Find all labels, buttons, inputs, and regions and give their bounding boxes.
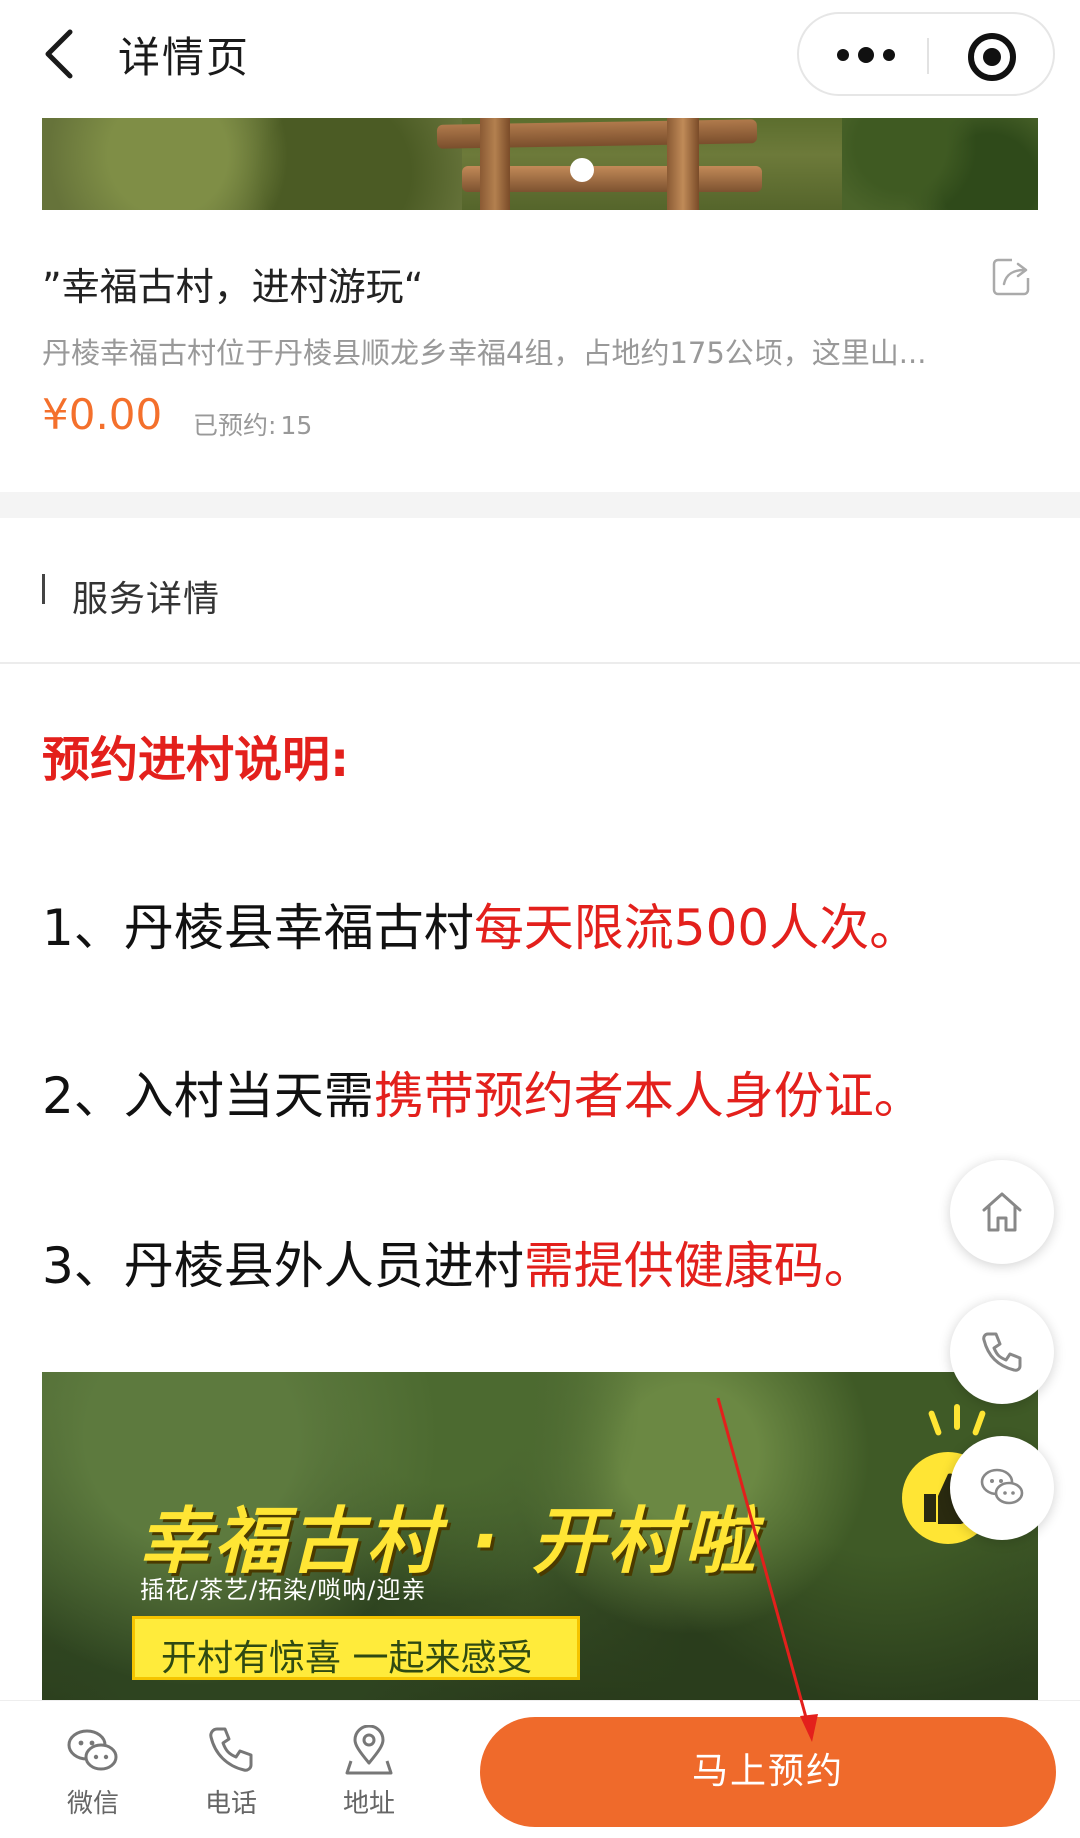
divider — [0, 662, 1080, 664]
tab-label: 地址 — [342, 1789, 395, 1819]
banner-subtitle: 插花/茶艺/拓染/唢呐/迎亲 — [140, 1576, 427, 1604]
carousel-indicator-dot[interactable] — [570, 158, 594, 182]
section-marker — [42, 574, 45, 604]
phone-icon — [209, 1727, 253, 1772]
book-now-button[interactable]: 马上预约 — [480, 1717, 1056, 1827]
tab-wechat[interactable]: 微信 — [38, 1725, 148, 1825]
banner-tagline-box: 开村有惊喜 一起来感受 — [132, 1616, 580, 1680]
home-float-button[interactable] — [950, 1160, 1054, 1264]
rule-highlight: 携带预约者本人身份证。 — [373, 1067, 924, 1125]
product-description: 丹棱幸福古村位于丹棱县顺龙乡幸福4组，占地约175公顷，这里山... — [42, 336, 927, 370]
miniapp-capsule — [797, 12, 1055, 96]
rule-highlight: 每天限流500人次。 — [473, 899, 920, 957]
tab-address[interactable]: 地址 — [314, 1725, 424, 1825]
rule-item: 2、入村当天需携带预约者本人身份证。 — [42, 1056, 924, 1128]
close-miniapp-button[interactable] — [967, 32, 1017, 82]
section-title: 服务详情 — [72, 579, 221, 620]
wechat-float-button[interactable] — [950, 1436, 1054, 1540]
more-dots-icon — [837, 47, 895, 63]
booked-count: 已预约: 15 — [193, 406, 312, 442]
phone-float-button[interactable] — [950, 1300, 1054, 1404]
back-button[interactable] — [40, 28, 80, 80]
product-title: ”幸福古村，进村游玩“ — [42, 265, 424, 309]
page-title: 详情页 — [118, 33, 251, 82]
section-gap — [0, 492, 1080, 518]
tab-label: 电话 — [204, 1789, 257, 1819]
rule-text: 1、丹棱县幸福古村 — [42, 899, 474, 957]
rule-text: 2、入村当天需 — [42, 1067, 374, 1125]
chevron-left-icon — [45, 29, 73, 79]
nav-bar: 详情页 — [0, 0, 1080, 118]
rule-highlight: 需提供健康码。 — [523, 1237, 874, 1295]
notice-title: 预约进村说明: — [42, 732, 350, 788]
more-button[interactable] — [835, 40, 897, 70]
target-icon — [968, 33, 1016, 81]
share-button[interactable] — [990, 256, 1032, 298]
rule-item: 1、丹棱县幸福古村每天限流500人次。 — [42, 888, 919, 960]
share-icon — [992, 258, 1030, 296]
booked-label: 已预约: — [193, 411, 277, 440]
capsule-divider — [927, 38, 929, 74]
phone-icon — [982, 1332, 1022, 1372]
booked-number: 15 — [280, 411, 313, 440]
product-price: ¥0.00 — [42, 390, 163, 439]
wechat-icon — [67, 1729, 118, 1771]
tab-phone[interactable]: 电话 — [176, 1725, 286, 1825]
hero-carousel-image[interactable] — [42, 118, 1038, 210]
location-icon — [345, 1725, 393, 1775]
rule-text: 3、丹棱县外人员进村 — [42, 1237, 524, 1295]
banner-tagline: 开村有惊喜 一起来感受 — [161, 1638, 533, 1679]
home-icon — [982, 1192, 1022, 1232]
promo-banner: 幸福古村 · 开村啦 插花/茶艺/拓染/唢呐/迎亲 开村有惊喜 一起来感受 — [42, 1372, 1038, 1700]
rule-item: 3、丹棱县外人员进村需提供健康码。 — [42, 1226, 874, 1298]
tab-label: 微信 — [66, 1789, 119, 1819]
wechat-icon — [980, 1468, 1024, 1505]
bottom-action-bar: 微信 电话 地址 马上预约 — [0, 1700, 1080, 1838]
